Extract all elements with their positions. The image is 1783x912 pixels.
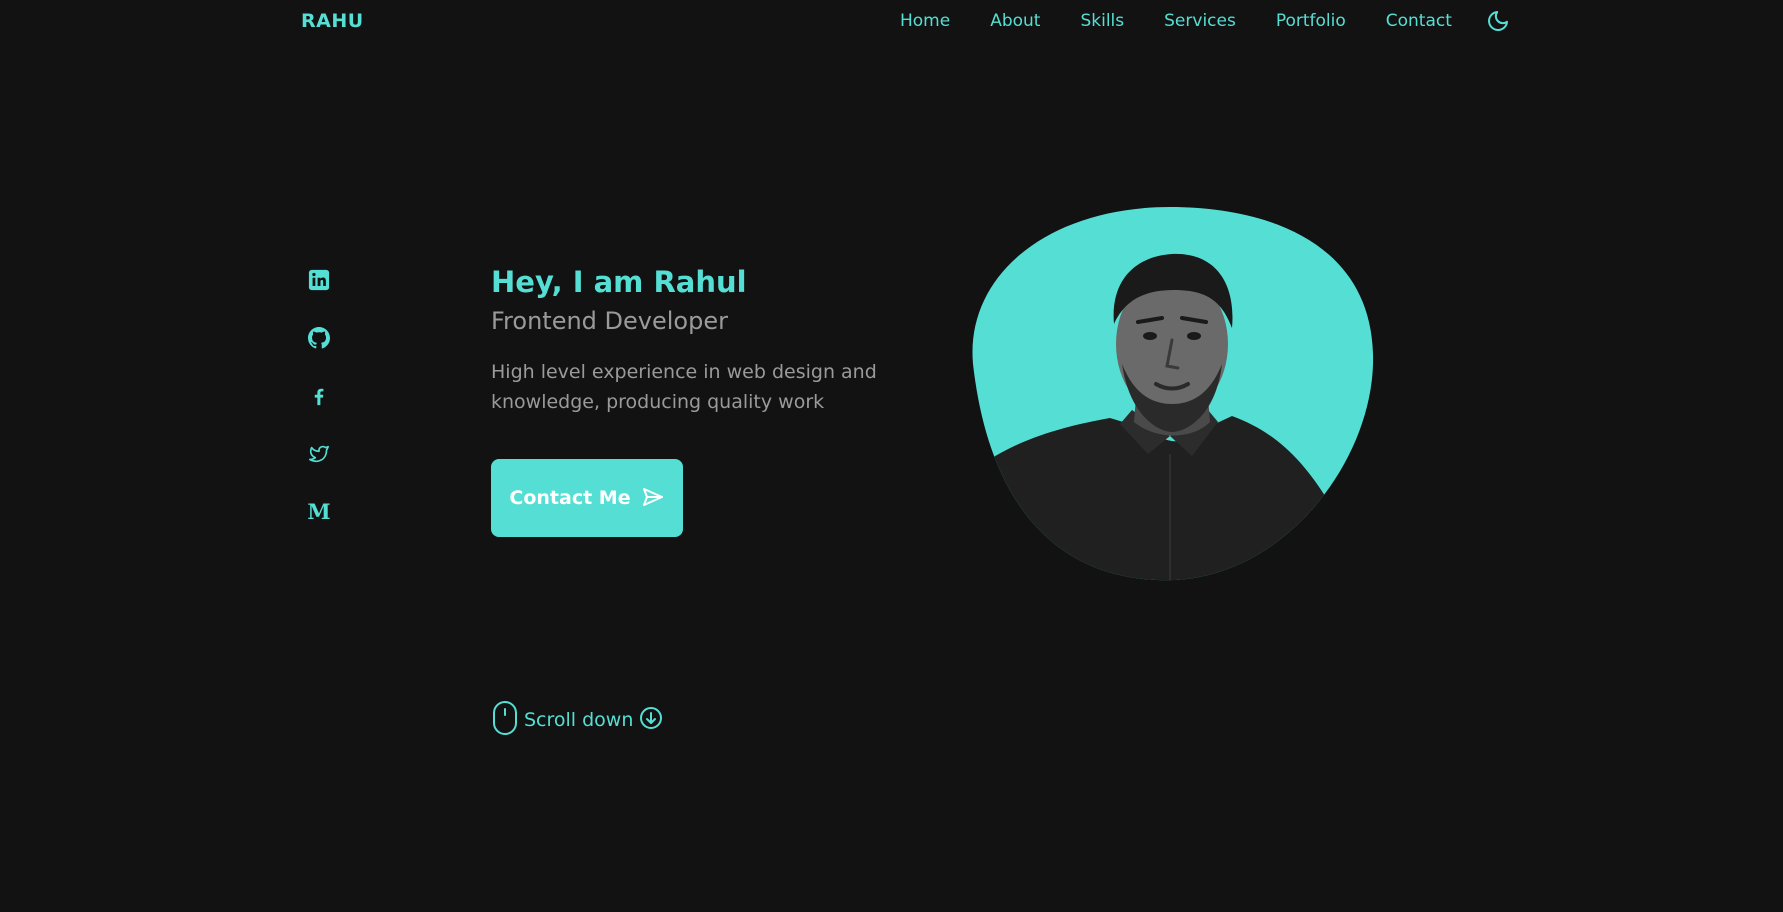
send-icon [641,485,665,512]
contact-me-button[interactable]: Contact Me [491,459,683,537]
twitter-icon[interactable] [305,442,333,465]
hero-title: Hey, I am Rahul [491,265,747,299]
nav-menu: Home About Skills Services Portfolio Con… [900,11,1452,31]
navbar: RAHU Home About Skills Services Portfoli… [0,0,1783,44]
linkedin-icon[interactable] [305,268,333,291]
hero-text: Hey, I am Rahul Frontend Developer High … [491,262,931,417]
logo[interactable]: RAHU [301,10,364,32]
mouse-icon [492,701,518,739]
facebook-icon[interactable] [305,384,333,407]
hero-description: High level experience in web design and … [491,361,877,413]
moon-icon[interactable] [1486,9,1510,33]
hero-subtitle: Frontend Developer [491,307,728,335]
nav-item-skills[interactable]: Skills [1080,11,1124,31]
nav-item-services[interactable]: Services [1164,11,1236,31]
medium-icon[interactable]: M [305,500,333,523]
arrow-down-circle-icon [639,706,663,734]
nav-item-about[interactable]: About [990,11,1040,31]
nav-item-contact[interactable]: Contact [1386,11,1452,31]
scroll-down-label: Scroll down [524,709,634,731]
nav-item-home[interactable]: Home [900,11,950,31]
nav-item-portfolio[interactable]: Portfolio [1276,11,1346,31]
github-icon[interactable] [305,326,333,349]
profile-image [970,204,1376,584]
scroll-down-button[interactable]: Scroll down [492,701,663,739]
social-links: M [305,268,333,523]
contact-me-label: Contact Me [509,487,631,509]
